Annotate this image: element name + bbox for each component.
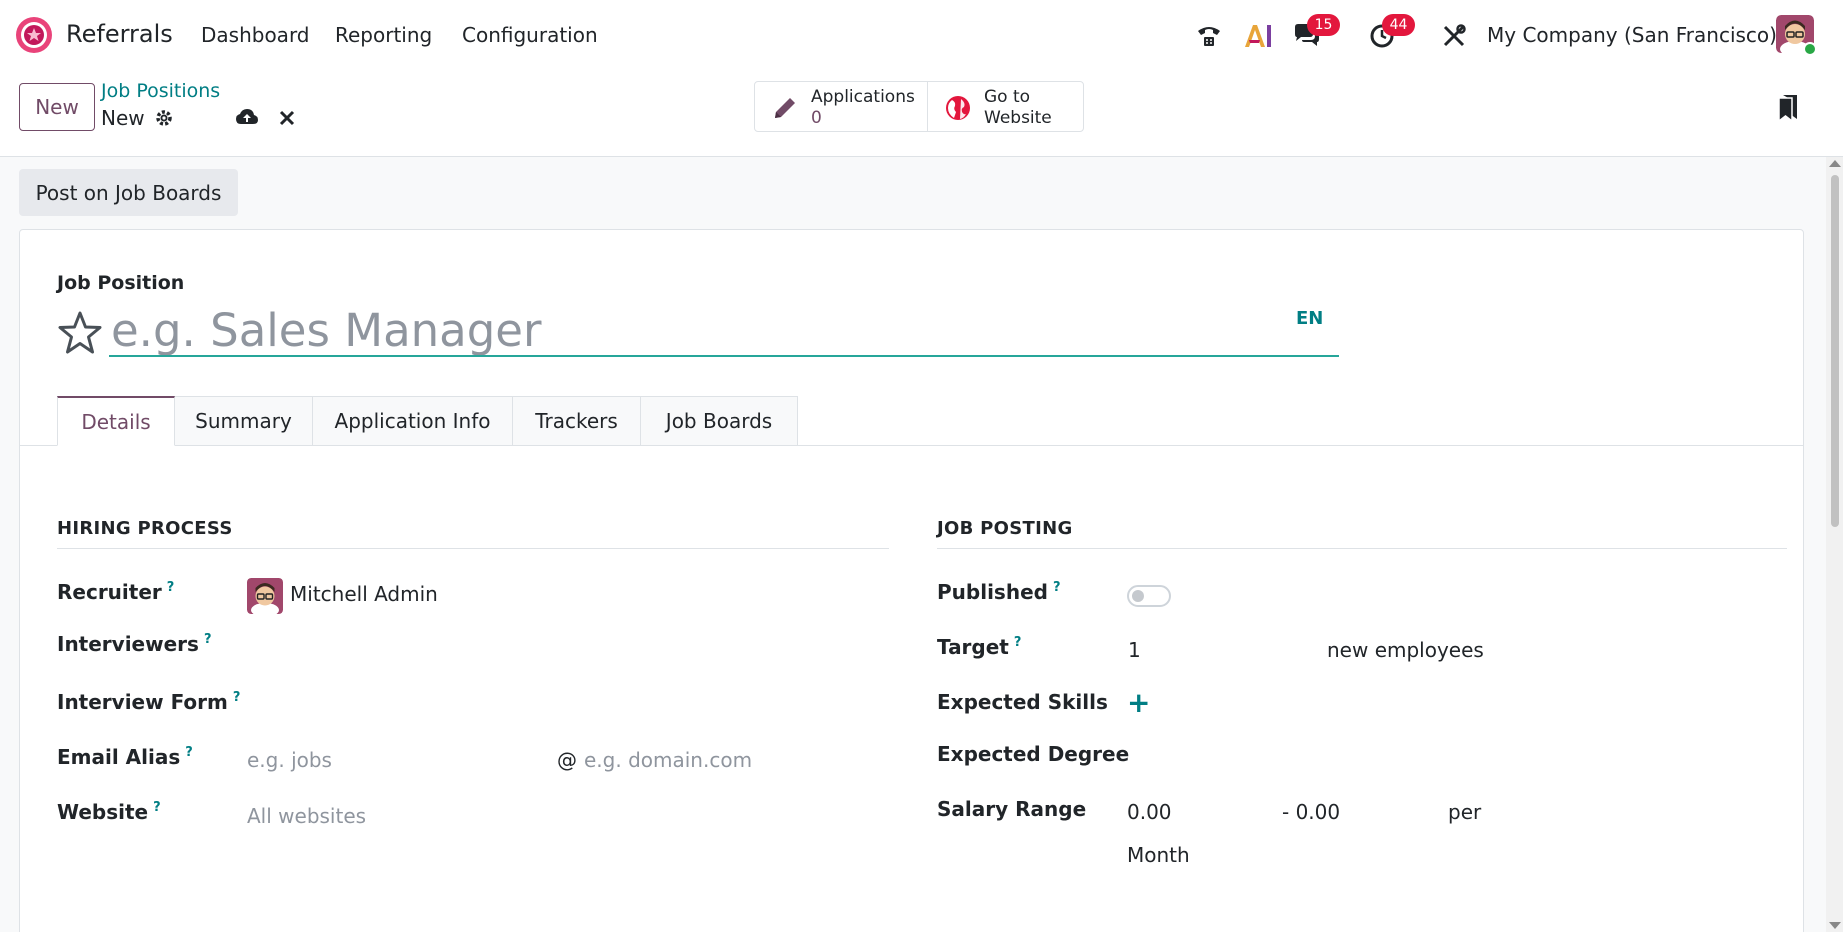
go-to-website-button[interactable]: Go to Website [927,81,1084,132]
expected-skills-label: Expected Skills [937,690,1108,714]
scroll-up-arrow-icon[interactable] [1829,160,1841,167]
debug-tools-icon[interactable] [1438,20,1470,52]
menu-configuration[interactable]: Configuration [462,23,598,47]
scroll-down-arrow-icon[interactable] [1829,922,1841,929]
target-suffix: new employees [1327,638,1484,662]
menu-dashboard[interactable]: Dashboard [201,23,310,47]
messages-badge: 15 [1307,14,1340,36]
interview-form-label-text: Interview Form [57,690,228,714]
bookmark-icon[interactable] [1778,94,1798,126]
email-alias-help-icon[interactable]: ? [185,745,193,760]
tab-summary[interactable]: Summary [175,396,313,446]
top-navbar: Referrals Dashboard Reporting Configurat… [0,0,1843,70]
company-switcher[interactable]: My Company (San Francisco) [1487,23,1777,47]
expected-degree-field[interactable] [1127,738,1787,770]
tab-application-info[interactable]: Application Info [313,396,513,446]
website-select[interactable]: All websites [247,804,366,828]
discard-close-icon[interactable] [275,106,299,130]
job-position-label: Job Position [57,272,185,294]
new-button[interactable]: New [19,83,95,131]
recruiter-label-text: Recruiter [57,580,162,604]
job-posting-title: JOB POSTING [937,518,1073,539]
email-alias-label: Email Alias? [57,745,193,769]
hiring-process-title: HIRING PROCESS [57,518,233,539]
applications-label: Applications [811,87,915,107]
ai-icon[interactable] [1242,20,1274,52]
control-panel: New Job Positions New Applications 0 Go … [0,70,1843,157]
published-label-text: Published [937,580,1048,604]
gear-icon[interactable] [152,106,176,130]
interview-form-label: Interview Form? [57,690,240,714]
published-help-icon[interactable]: ? [1053,580,1061,595]
go-to-label: Go to [984,87,1031,107]
recruiter-help-icon[interactable]: ? [167,580,175,595]
website-label: Website? [57,800,161,824]
interviewers-help-icon[interactable]: ? [204,632,212,647]
favorite-star-icon[interactable] [56,310,104,360]
tab-details[interactable]: Details [57,396,175,446]
salary-period-select[interactable]: Month [1127,843,1190,867]
activities-badge: 44 [1382,14,1415,36]
interviewers-label-text: Interviewers [57,632,199,656]
expected-degree-label: Expected Degree [937,742,1130,766]
target-label: Target? [937,635,1021,659]
website-help-icon[interactable]: ? [153,800,161,815]
messages-icon[interactable]: 15 [1291,14,1340,52]
salary-max-input[interactable]: - 0.00 [1282,800,1340,824]
target-label-text: Target [937,635,1009,659]
interviewers-label: Interviewers? [57,632,211,656]
breadcrumb-job-positions[interactable]: Job Positions [101,80,220,102]
menu-reporting[interactable]: Reporting [335,23,432,47]
target-help-icon[interactable]: ? [1014,635,1022,650]
job-name-input[interactable] [109,306,1339,357]
applications-count: 0 [811,108,822,128]
add-skill-plus-icon[interactable]: + [1127,689,1150,717]
recruiter-value[interactable]: Mitchell Admin [290,582,438,606]
job-posting-divider [937,548,1787,549]
tab-trackers[interactable]: Trackers [513,396,641,446]
pencil-icon [771,94,799,126]
save-cloud-icon[interactable] [235,106,259,130]
scrollbar-thumb[interactable] [1831,175,1839,527]
interviewers-field[interactable] [247,628,867,660]
website-label-text: Website [57,800,149,824]
at-sign: @ [557,748,577,772]
recruiter-label: Recruiter? [57,580,174,604]
tab-job-boards[interactable]: Job Boards [641,396,798,446]
post-on-job-boards-button[interactable]: Post on Job Boards [19,169,238,216]
alias-domain-input[interactable]: e.g. domain.com [584,748,752,772]
language-switch[interactable]: EN [1296,308,1323,329]
form-view: Post on Job Boards Job Position EN Detai… [0,157,1843,932]
notebook-tabs: Details Summary Application Info Tracker… [20,396,1803,446]
website-label: Website [984,108,1052,128]
email-alias-label-text: Email Alias [57,745,181,769]
app-title[interactable]: Referrals [66,20,173,48]
hiring-process-divider [57,548,889,549]
interview-form-field[interactable] [247,686,867,718]
email-alias-input[interactable]: e.g. jobs [247,748,332,772]
interview-form-help-icon[interactable]: ? [233,690,241,705]
salary-range-label: Salary Range [937,797,1087,821]
salary-per-label: per [1448,800,1482,824]
referrals-app-icon[interactable] [14,15,54,55]
applications-smart-button[interactable]: Applications 0 [754,81,928,132]
online-status-dot [1803,42,1817,56]
salary-min-input[interactable]: 0.00 [1127,800,1172,824]
recruiter-avatar [247,578,283,614]
published-toggle[interactable] [1127,585,1171,607]
published-label: Published? [937,580,1061,604]
target-input[interactable]: 1 [1128,638,1141,662]
breadcrumb-current: New [101,106,145,130]
phone-icon[interactable] [1193,20,1225,52]
form-sheet: Job Position EN Details Summary Applicat… [19,229,1804,932]
globe-icon [944,94,972,126]
activities-icon[interactable]: 44 [1366,14,1415,52]
